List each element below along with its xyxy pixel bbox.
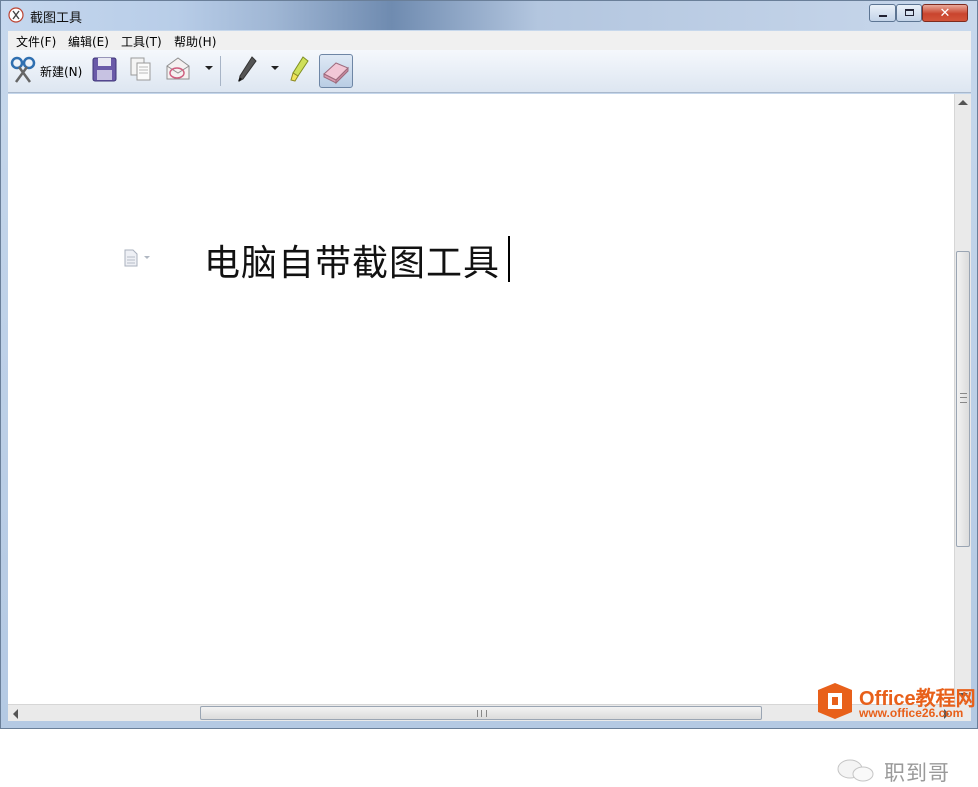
pen-icon — [238, 56, 257, 82]
pen-dropdown-arrow-icon[interactable] — [271, 66, 279, 70]
menu-bar: 文件(F) 编辑(E) 工具(T) 帮助(H) — [8, 31, 971, 50]
maximize-button[interactable] — [896, 4, 922, 22]
watermark-url: www.office26.com — [859, 706, 964, 720]
title-bar[interactable]: 截图工具 ✕ — [1, 1, 977, 30]
eraser-button[interactable] — [319, 54, 353, 88]
copy-icon — [130, 57, 151, 81]
grip-icon — [960, 393, 967, 403]
grip-icon — [477, 710, 487, 717]
scissors-icon — [10, 56, 36, 83]
toolbar-separator — [220, 56, 221, 86]
office-logo-icon — [818, 683, 852, 719]
copy-button[interactable] — [128, 54, 154, 88]
snip-heading-text: 电脑自带截图工具 — [204, 243, 501, 284]
send-snip-button[interactable] — [164, 54, 194, 88]
menu-help[interactable]: 帮助(H) — [174, 33, 216, 50]
document-icon — [124, 249, 138, 267]
vertical-scrollbar[interactable] — [954, 94, 971, 704]
text-cursor — [508, 236, 510, 282]
close-icon: ✕ — [939, 5, 951, 21]
new-snip-label: 新建(N) — [40, 65, 83, 79]
pen-button[interactable] — [234, 54, 260, 88]
send-dropdown-arrow-icon[interactable] — [205, 66, 213, 70]
minimize-button[interactable] — [869, 4, 896, 22]
highlighter-icon — [290, 56, 309, 82]
menu-edit[interactable]: 编辑(E) — [68, 33, 109, 50]
window-title: 截图工具 — [30, 11, 83, 26]
toolbar: 新建(N) — [8, 50, 971, 93]
snip-canvas[interactable]: 电脑自带截图工具 职到哥 — [8, 94, 954, 785]
menu-file[interactable]: 文件(F) — [16, 33, 56, 50]
horizontal-scrollbar[interactable] — [8, 704, 954, 721]
save-icon — [92, 57, 117, 82]
scroll-up-arrow-icon[interactable] — [958, 100, 968, 105]
close-button[interactable]: ✕ — [922, 4, 968, 22]
document-dropdown-icon — [144, 256, 150, 259]
watermark-name: 职到哥 — [884, 761, 950, 785]
snipping-tool-window: 截图工具 ✕ 文件(F) 编辑(E) 工具(T) 帮助(H) 新建(N) 电脑自… — [0, 0, 978, 785]
horizontal-scroll-thumb[interactable] — [200, 706, 762, 720]
scroll-left-arrow-icon[interactable] — [13, 709, 18, 719]
send-email-icon — [166, 57, 190, 80]
eraser-icon — [323, 62, 349, 85]
highlighter-button[interactable] — [287, 54, 313, 88]
vertical-scroll-thumb[interactable] — [956, 251, 970, 547]
wechat-icon — [837, 759, 874, 782]
save-button[interactable] — [92, 54, 118, 88]
new-snip-button[interactable]: 新建(N) — [10, 54, 86, 88]
menu-tools[interactable]: 工具(T) — [121, 33, 162, 50]
app-scissors-icon — [8, 7, 24, 23]
